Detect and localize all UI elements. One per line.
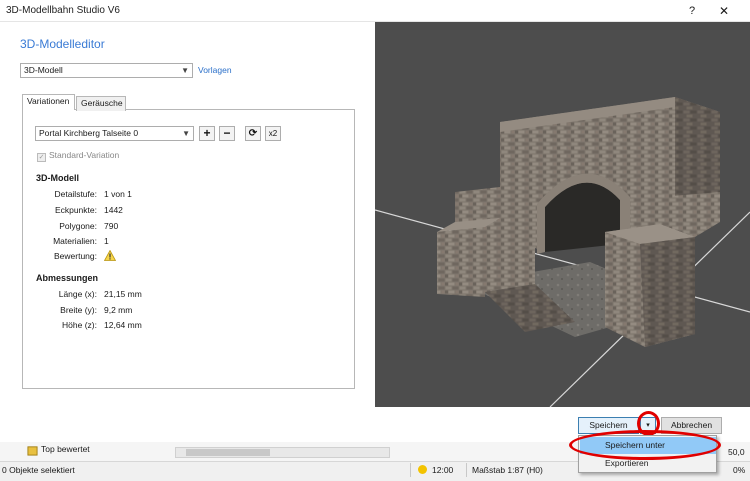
close-button[interactable]: ✕ [714,2,734,20]
scale-status: Maßstab 1:87 (H0) [472,465,543,475]
checkbox-checked-icon: ✓ [37,153,46,162]
zoom-readout: 50,0 [728,447,745,457]
status-separator [410,463,411,477]
warning-icon [104,250,116,261]
height-value: 12,64 mm [104,320,142,330]
height-label: Höhe (z): [62,320,97,330]
window-title: 3D-Modellbahn Studio V6 [6,5,120,16]
vertices-label: Eckpunkte: [54,205,97,215]
length-value: 21,15 mm [104,289,142,299]
selection-status: 0 Objekte selektiert [2,465,75,475]
time-status: 12:00 [432,465,454,475]
chevron-down-icon: ▼ [182,129,190,138]
materials-label: Materialien: [53,236,97,246]
chevron-down-icon: ▼ [181,66,189,75]
polygons-value: 790 [104,221,119,231]
variation-select[interactable]: Portal Kirchberg Talseite 0 ▼ [35,126,194,141]
tab-variations[interactable]: Variationen [22,94,75,110]
highlight-ring-save-as [569,430,721,460]
dimensions-section-heading: Abmessungen [36,273,99,283]
model-type-value: 3D-Modell [24,65,63,75]
tab-sounds[interactable]: Geräusche [76,96,126,111]
model-preview-render [375,97,750,407]
refresh-variation-button[interactable]: ⟳ [245,126,261,141]
polygons-label: Polygone: [59,221,97,231]
progress-status: 0% [733,465,746,475]
add-variation-button[interactable]: + [199,126,215,141]
materials-value: 1 [104,236,109,246]
variation-value: Portal Kirchberg Talseite 0 [39,128,139,138]
remove-variation-button[interactable]: − [219,126,235,141]
model-section-heading: 3D-Modell [36,173,80,183]
3d-viewport[interactable] [375,22,750,407]
width-value: 9,2 mm [104,305,133,315]
standard-variation-label: Standard-Variation [49,150,120,160]
standard-variation-checkbox[interactable]: ✓ Standard-Variation [37,150,119,162]
rating-label: Bewertung: [54,251,97,261]
length-label: Länge (x): [58,289,97,299]
duplicate-variation-button[interactable]: x2 [265,126,281,141]
top-rated-item[interactable]: Top bewertet [29,444,90,454]
status-separator [466,463,467,477]
templates-link[interactable]: Vorlagen [198,65,232,75]
detail-level-value: 1 von 1 [104,189,132,199]
editor-heading: 3D-Modelleditor [20,37,105,51]
width-label: Breite (y): [60,305,97,315]
scrollbar-thumb[interactable] [186,449,270,456]
sun-icon [418,465,427,474]
vertices-value: 1442 [104,205,123,215]
help-button[interactable]: ? [682,2,702,20]
detail-level-label: Detailstufe: [54,189,97,199]
model-type-select[interactable]: 3D-Modell ▼ [20,63,193,78]
